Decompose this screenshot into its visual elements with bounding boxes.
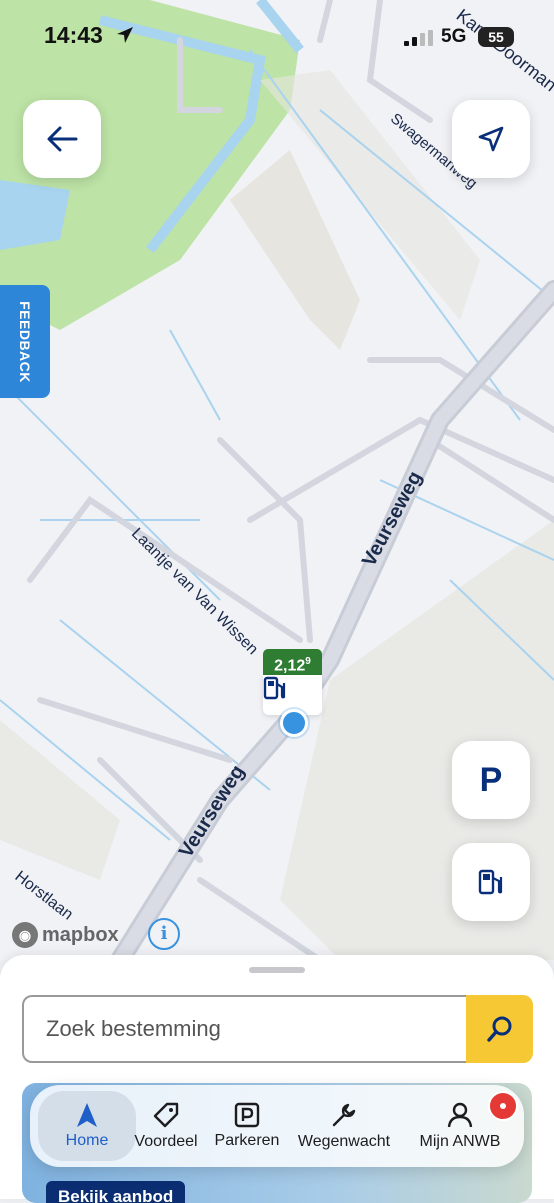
info-icon[interactable]: i: [148, 918, 180, 950]
feedback-tab[interactable]: FEEDBACK: [0, 285, 50, 398]
feedback-label: FEEDBACK: [17, 300, 33, 383]
tab-voordeel-label: Voordeel: [134, 1133, 198, 1150]
tag-icon: [153, 1102, 179, 1128]
tab-wegenwacht[interactable]: Wegenwacht: [292, 1085, 396, 1167]
search-button[interactable]: [466, 995, 533, 1063]
mapbox-attribution[interactable]: ◉ mapbox: [12, 922, 119, 948]
status-bar: 14:43 5G 55: [0, 0, 554, 70]
tab-parkeren[interactable]: Parkeren: [210, 1085, 284, 1167]
fuel-pump-icon: [263, 676, 286, 700]
status-time: 14:43: [44, 22, 103, 48]
cell-signal-icon: [404, 30, 433, 46]
fuel-price-main: 2,12: [274, 657, 306, 675]
parking-filter-button[interactable]: P: [452, 741, 530, 819]
recenter-location-button[interactable]: [452, 100, 530, 178]
parking-icon: P: [479, 760, 503, 799]
arrow-left-icon: [47, 126, 78, 152]
mapbox-label: mapbox: [42, 923, 119, 946]
fuel-pump-icon: [478, 869, 503, 895]
navigation-arrow-icon: [478, 126, 504, 152]
tab-home-label: Home: [65, 1132, 109, 1149]
person-icon: [447, 1102, 473, 1128]
tab-parkeren-label: Parkeren: [214, 1132, 280, 1149]
notification-badge: [488, 1091, 518, 1121]
battery-indicator: 55: [478, 27, 514, 47]
destination-search-input[interactable]: Zoek bestemming: [22, 995, 466, 1063]
network-type: 5G: [441, 26, 467, 47]
mapbox-logo-icon: ◉: [12, 922, 38, 948]
bottom-sheet[interactable]: Zoek bestemming Bekijk aanbod Home Voord…: [0, 955, 554, 1203]
current-location-dot: [280, 709, 308, 737]
promo-cta-button[interactable]: Bekijk aanbod: [46, 1181, 186, 1203]
tab-mijn-anwb-label: Mijn ANWB: [419, 1133, 501, 1150]
back-button[interactable]: [23, 100, 101, 178]
parking-icon: [234, 1102, 260, 1128]
tab-voordeel[interactable]: Voordeel: [130, 1085, 202, 1167]
tab-home[interactable]: Home: [38, 1085, 136, 1167]
water-area: [0, 180, 70, 250]
fuel-filter-button[interactable]: [452, 843, 530, 921]
location-services-icon: [117, 27, 133, 43]
tab-wegenwacht-label: Wegenwacht: [297, 1133, 391, 1150]
tab-bar: Home Voordeel Parkeren Wegenwacht Mijn A…: [30, 1085, 524, 1167]
sheet-drag-handle[interactable]: [249, 967, 305, 973]
navigation-arrow-icon: [77, 1103, 97, 1127]
search-icon: [486, 1016, 511, 1042]
fuel-price-tag[interactable]: 2,129: [263, 649, 322, 675]
wrench-icon: [332, 1103, 356, 1127]
fuel-price-decimal: 9: [305, 656, 311, 667]
